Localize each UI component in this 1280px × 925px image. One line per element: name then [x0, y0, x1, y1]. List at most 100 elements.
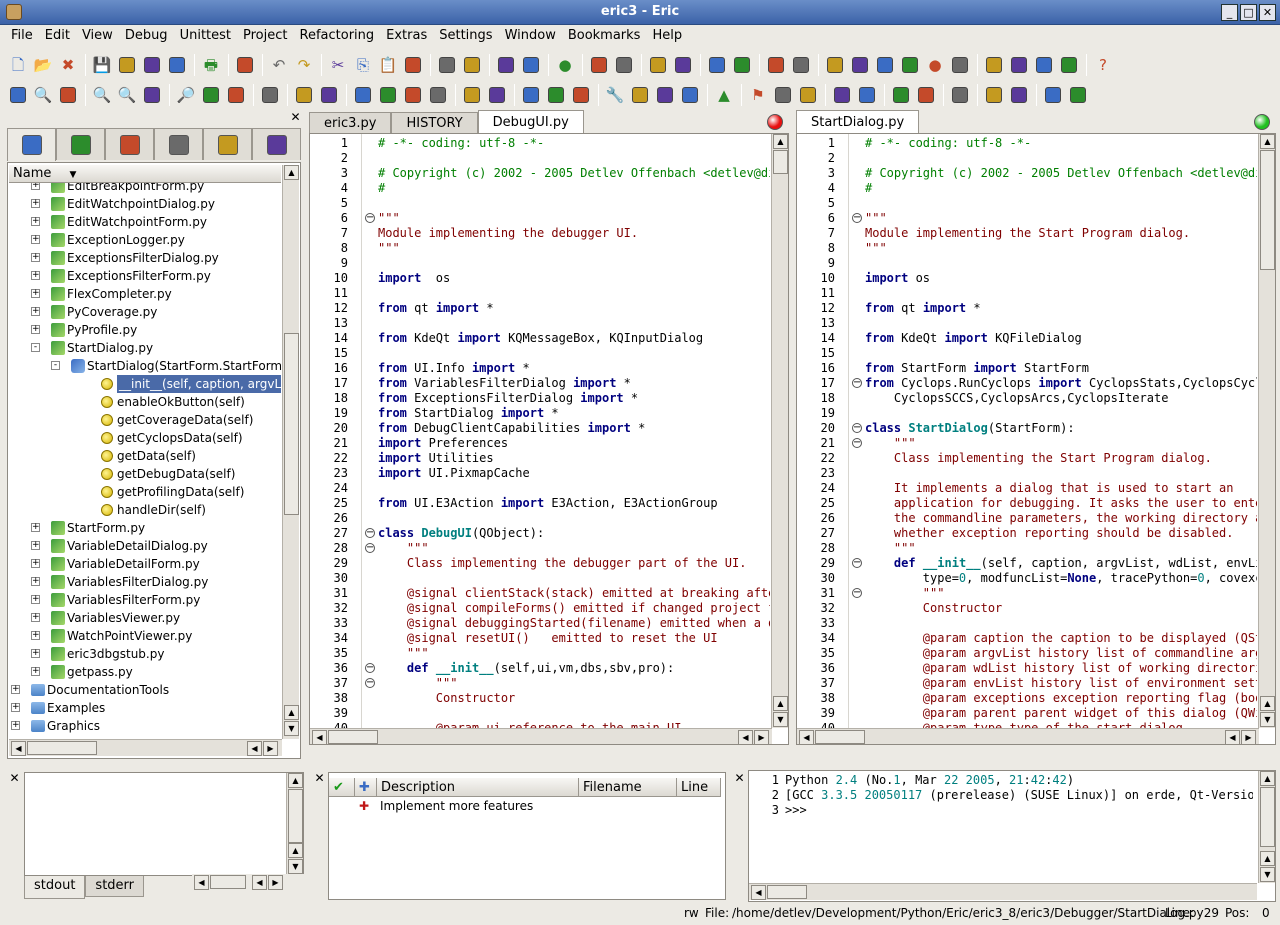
prev-task-icon[interactable]: [544, 83, 568, 107]
scroll-up-icon[interactable]: ▲: [1260, 851, 1275, 866]
menu-debug[interactable]: Debug: [119, 25, 174, 47]
browser-tab[interactable]: [252, 128, 301, 160]
clear-icon[interactable]: [401, 53, 425, 77]
tree-row[interactable]: + VariableDetailDialog.py: [9, 537, 281, 555]
scroll-up-icon[interactable]: ▲: [284, 165, 299, 180]
fold-marker-icon[interactable]: −: [365, 528, 375, 538]
indent-icon[interactable]: [435, 53, 459, 77]
next-task-icon[interactable]: [569, 83, 593, 107]
python-shell[interactable]: 123 Python 2.4 (No.1, Mar 22 2005, 21:42…: [748, 770, 1276, 902]
zoom-reset-icon[interactable]: [140, 83, 164, 107]
close-file-icon[interactable]: ✖: [56, 53, 80, 77]
scroll-left-icon[interactable]: ◀: [738, 730, 753, 744]
undo-icon[interactable]: ↶: [267, 53, 291, 77]
paste-icon[interactable]: 📋: [376, 53, 400, 77]
editor-hscrollbar[interactable]: ◀ ◀ ▶: [797, 728, 1259, 744]
cut-icon[interactable]: ✂: [326, 53, 350, 77]
editor-hscrollbar[interactable]: ◀ ◀ ▶: [310, 728, 772, 744]
scroll-right-icon[interactable]: ▶: [754, 730, 769, 744]
edit-toggle-icon[interactable]: [1041, 83, 1065, 107]
expand-toggle-icon[interactable]: +: [31, 289, 40, 298]
scroll-thumb[interactable]: [210, 875, 246, 889]
fold-marker-icon[interactable]: −: [365, 543, 375, 553]
clear-syntax-icon[interactable]: [485, 83, 509, 107]
output-panel[interactable]: ▲ ▲ ▼: [24, 772, 304, 876]
expand-toggle-icon[interactable]: +: [31, 199, 40, 208]
scroll-left-icon[interactable]: ◀: [751, 885, 766, 900]
step-icon[interactable]: [823, 53, 847, 77]
expand-toggle-icon[interactable]: +: [31, 325, 40, 334]
scroll-down-icon[interactable]: ▼: [1260, 867, 1275, 882]
output-tab-stdout[interactable]: stdout: [24, 876, 86, 899]
tree-row[interactable]: handleDir(self): [9, 501, 281, 519]
scroll-up-icon[interactable]: ▲: [773, 134, 788, 149]
code-area[interactable]: # -*- coding: utf-8 -*- # Copyright (c) 2…: [865, 136, 1257, 744]
shell-close-icon[interactable]: ✕: [733, 772, 746, 786]
menu-project[interactable]: Project: [237, 25, 293, 47]
fold-marker-icon[interactable]: −: [852, 378, 862, 388]
fold-marker-icon[interactable]: −: [852, 558, 862, 568]
lang-icon[interactable]: [1007, 83, 1031, 107]
scroll-down-icon[interactable]: ▼: [288, 859, 303, 874]
clear-all-icon[interactable]: [519, 83, 543, 107]
completed-column-icon[interactable]: ✔: [329, 778, 355, 796]
expand-toggle-icon[interactable]: +: [31, 253, 40, 262]
tree-row[interactable]: enableOkButton(self): [9, 393, 281, 411]
menu-help[interactable]: Help: [646, 25, 688, 47]
tree-row[interactable]: + FlexCompleter.py: [9, 285, 281, 303]
tree-row[interactable]: getDebugData(self): [9, 465, 281, 483]
pixmaps-icon[interactable]: [830, 83, 854, 107]
scroll-left-icon[interactable]: ◀: [252, 875, 267, 890]
tree-row[interactable]: + VariableDetailForm.py: [9, 555, 281, 573]
scroll-left-icon[interactable]: ◀: [11, 741, 26, 756]
scroll-up-icon[interactable]: ▲: [1260, 134, 1275, 149]
copy-icon[interactable]: ⎘: [351, 53, 375, 77]
tree-row[interactable]: + PyProfile.py: [9, 321, 281, 339]
tree-row[interactable]: + EditBreakpointForm.py: [9, 183, 281, 195]
eval-icon[interactable]: [1032, 53, 1056, 77]
profile-icon[interactable]: [730, 53, 754, 77]
vcs-icon[interactable]: [889, 83, 913, 107]
scroll-up-icon[interactable]: ▲: [1260, 771, 1275, 786]
shell-hscrollbar[interactable]: ◀: [749, 883, 1257, 900]
tree-hscrollbar[interactable]: ◀ ◀ ▶: [9, 739, 282, 756]
expand-toggle-icon[interactable]: +: [31, 217, 40, 226]
triangle-icon[interactable]: ▲: [712, 83, 736, 107]
tree-row[interactable]: + ExceptionLogger.py: [9, 231, 281, 249]
tools-icon[interactable]: [628, 83, 652, 107]
output-hscrollbar[interactable]: ◀ ◀ ▶: [192, 874, 304, 891]
browser-close-icon[interactable]: ✕: [289, 111, 302, 125]
debug-icon[interactable]: [646, 53, 670, 77]
browser-tab[interactable]: [105, 128, 154, 160]
step-back-icon[interactable]: [898, 53, 922, 77]
scroll-down-icon[interactable]: ▼: [284, 721, 299, 736]
goto-syntax-error-icon[interactable]: [460, 83, 484, 107]
open-file-icon[interactable]: 📂: [31, 53, 55, 77]
search-icon[interactable]: 🔍: [31, 83, 55, 107]
editor-tab[interactable]: eric3.py: [309, 112, 392, 134]
task-column-header[interactable]: Line: [677, 778, 721, 796]
clear-marks-icon[interactable]: [317, 83, 341, 107]
scroll-thumb[interactable]: [1260, 787, 1275, 847]
continue-icon[interactable]: [764, 53, 788, 77]
fold-margin[interactable]: − − − − −: [364, 134, 378, 744]
menu-unittest[interactable]: Unittest: [174, 25, 237, 47]
save-as-icon[interactable]: [115, 53, 139, 77]
scroll-thumb[interactable]: [288, 789, 303, 843]
code-area[interactable]: # -*- coding: utf-8 -*- # Copyright (c) 2…: [378, 136, 770, 744]
stop-icon[interactable]: ●: [923, 53, 947, 77]
fold-marker-icon[interactable]: −: [852, 423, 862, 433]
menu-settings[interactable]: Settings: [433, 25, 498, 47]
browser-tab[interactable]: [7, 128, 56, 161]
scroll-right-icon[interactable]: ▶: [268, 875, 283, 890]
breakpoint-icon[interactable]: ●: [553, 53, 577, 77]
save-icon[interactable]: 💾: [90, 53, 114, 77]
scroll-thumb[interactable]: [27, 741, 97, 755]
fold-marker-icon[interactable]: −: [365, 663, 375, 673]
expand-toggle-icon[interactable]: +: [31, 183, 40, 190]
designer-icon[interactable]: [653, 83, 677, 107]
expand-toggle-icon[interactable]: +: [31, 523, 40, 532]
editor-tab[interactable]: HISTORY: [391, 112, 478, 134]
shell-code[interactable]: Python 2.4 (No.1, Mar 22 2005, 21:42:42)…: [785, 773, 1253, 818]
fold-marker-icon[interactable]: −: [365, 213, 375, 223]
